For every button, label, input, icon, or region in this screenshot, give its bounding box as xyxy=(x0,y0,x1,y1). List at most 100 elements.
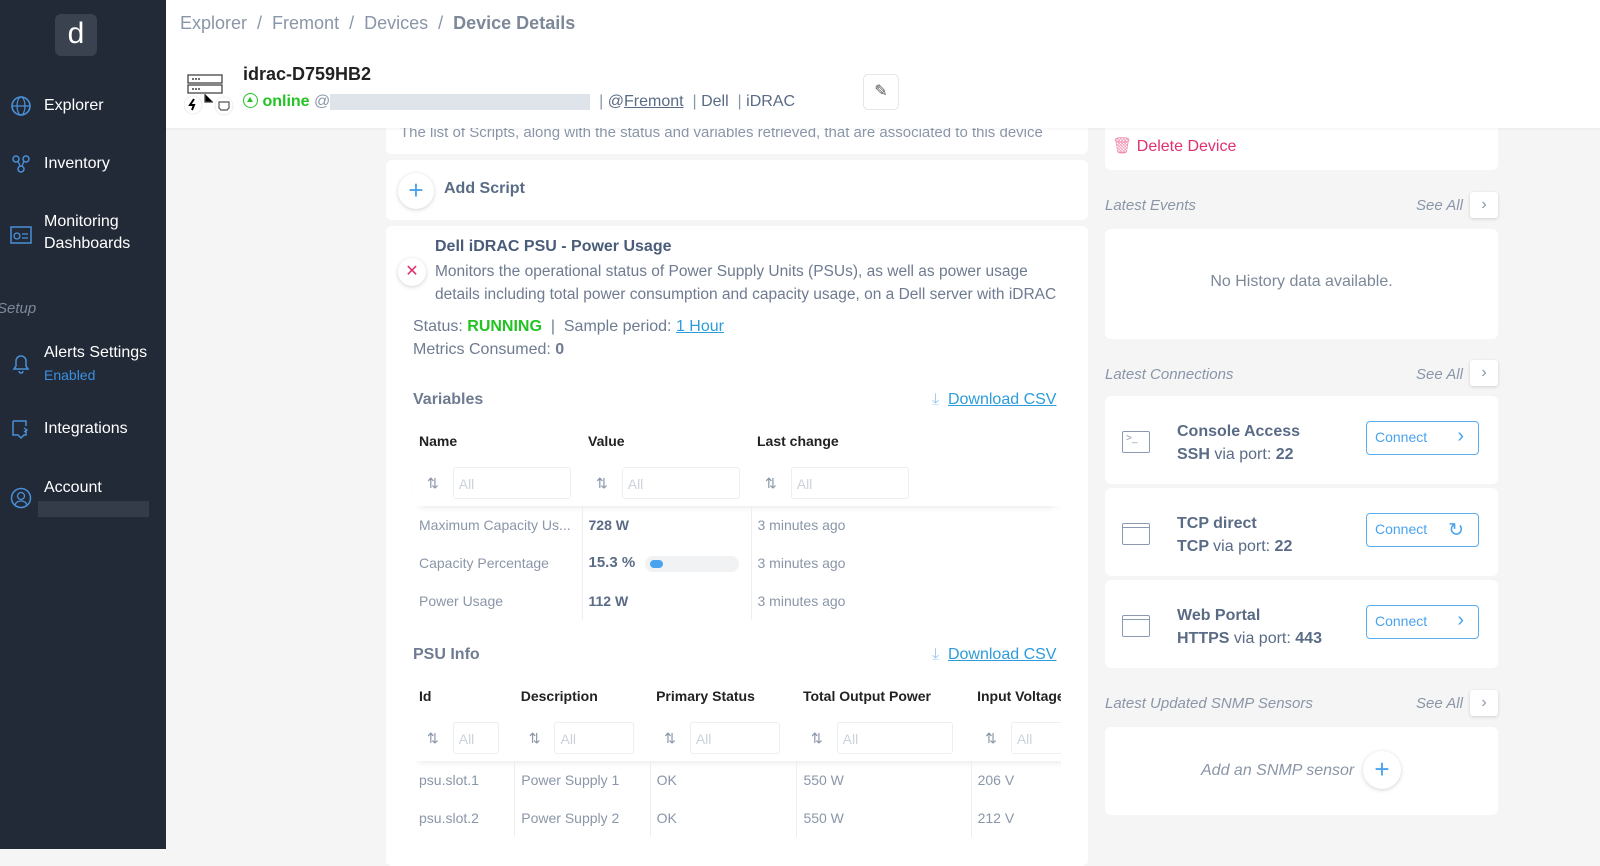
psu-info-title: PSU Info xyxy=(413,646,480,663)
download-icon: ⤓ xyxy=(932,646,940,663)
add-snmp-sensor-label[interactable]: Add an SNMP sensor xyxy=(1201,762,1354,780)
breadcrumb-explorer[interactable]: Explorer xyxy=(180,13,247,33)
device-name: idrac-D759HB2 xyxy=(243,64,372,84)
connection-via: via port: xyxy=(1214,446,1272,463)
connection-title: TCP direct xyxy=(1177,515,1257,532)
sidebar-item-label: Monitoring Dashboards xyxy=(44,213,131,252)
events-see-all-button[interactable]: › xyxy=(1470,192,1498,218)
sidebar-item-alerts-settings[interactable]: Alerts Settings Enabled xyxy=(0,342,166,386)
snmp-card: Add an SNMP sensor + xyxy=(1105,727,1498,815)
filter-input[interactable]: All xyxy=(554,722,635,754)
table-cell: 550 W xyxy=(796,761,972,799)
sort-icon[interactable]: ⇅ xyxy=(765,475,777,491)
snmp-sensors-title: Latest Updated SNMP Sensors xyxy=(1105,695,1313,712)
sidebar-item-label: Alerts Settings xyxy=(44,344,148,361)
sort-icon[interactable]: ⇅ xyxy=(529,730,541,746)
breadcrumb: Explorer / Fremont / Devices / Device De… xyxy=(180,13,576,33)
sort-icon[interactable]: ⇅ xyxy=(596,475,608,491)
connections-see-all-button[interactable]: › xyxy=(1470,360,1498,386)
column-header-name[interactable]: Name xyxy=(413,422,582,460)
chevron-right-icon: › xyxy=(1481,196,1487,213)
download-csv-link[interactable]: Download CSV xyxy=(948,646,1057,663)
breadcrumb-current: Device Details xyxy=(453,13,576,33)
column-header[interactable]: Primary Status xyxy=(650,677,797,715)
breadcrumb-fremont[interactable]: Fremont xyxy=(272,13,339,33)
sort-icon[interactable]: ⇅ xyxy=(664,730,676,746)
sidebar-item-label: Explorer xyxy=(44,97,104,114)
events-empty-message: No History data available. xyxy=(1210,273,1393,290)
connection-port: 22 xyxy=(1275,446,1294,463)
header: Explorer / Fremont / Devices / Device De… xyxy=(166,0,1600,128)
sort-icon[interactable]: ⇅ xyxy=(985,730,997,746)
column-header-last-change[interactable]: Last change xyxy=(751,422,1061,460)
filter-input[interactable]: All xyxy=(452,722,499,754)
bell-icon xyxy=(12,355,30,374)
sample-label: Sample period: xyxy=(563,318,672,335)
cell-name: Maximum Capacity Us... xyxy=(419,517,571,533)
table-cell: Power Supply 2 xyxy=(514,799,651,837)
connection-via: via port: xyxy=(1233,630,1291,647)
dashboard-icon xyxy=(10,226,32,244)
device-meta: online @ | @Fremont | Dell | iDRAC xyxy=(243,93,795,111)
sidebar-item-explorer[interactable]: Explorer xyxy=(0,95,166,117)
remove-script-button[interactable]: ✕ xyxy=(398,258,426,286)
sidebar-item-integrations[interactable]: Integrations xyxy=(0,418,166,440)
sidebar-item-monitoring-dashboards[interactable]: Monitoring Dashboards xyxy=(0,211,166,257)
column-header[interactable]: Description xyxy=(515,677,650,715)
capacity-progress-bar xyxy=(645,555,740,572)
metrics-consumed: Metrics Consumed: 0 xyxy=(413,341,564,359)
download-icon: ⤓ xyxy=(932,391,940,408)
value-text: 15.3 % xyxy=(588,554,636,572)
column-header[interactable]: Total Output Power xyxy=(797,677,971,715)
filter-value-input[interactable]: All xyxy=(621,467,740,499)
sort-icon[interactable]: ⇅ xyxy=(811,730,823,746)
sidebar-item-account[interactable]: Account xyxy=(0,477,166,519)
column-header[interactable]: Id xyxy=(413,677,515,715)
connect-button[interactable]: Connect ↻ xyxy=(1366,513,1479,547)
connection-protocol: TCP xyxy=(1177,538,1209,555)
snmp-see-all-button[interactable]: › xyxy=(1470,690,1498,716)
status-label: Status: xyxy=(413,318,463,335)
sort-icon[interactable]: ⇅ xyxy=(427,730,439,746)
edit-device-button[interactable]: ✎ xyxy=(863,74,899,110)
sample-period-link[interactable]: 1 Hour xyxy=(676,318,724,335)
column-header-value[interactable]: Value xyxy=(582,422,751,460)
user-icon xyxy=(10,487,32,509)
psu-table-scroll[interactable]: Id Description Primary Status Total Output … xyxy=(413,677,1061,837)
script-status-line: Status: RUNNING | Sample period: 1 Hour xyxy=(413,318,724,335)
close-icon: ✕ xyxy=(405,263,419,280)
filter-last-change-input[interactable]: All xyxy=(790,467,909,499)
events-see-all[interactable]: See All xyxy=(1416,197,1463,214)
psu-download-csv[interactable]: ⤓ Download CSV xyxy=(932,646,1056,664)
app-logo[interactable]: d xyxy=(55,14,97,56)
table-row: Maximum Capacity Us... 728 W3 minutes ago xyxy=(413,506,1061,544)
variables-table: Name Value Last change ⇅ All ⇅ All ⇅ All Maximu… xyxy=(413,422,1061,620)
table-cell: Power Supply 1 xyxy=(514,761,651,799)
sort-icon[interactable]: ⇅ xyxy=(427,475,439,491)
sidebar-item-inventory[interactable]: Inventory xyxy=(0,153,166,175)
filter-name-input[interactable]: All xyxy=(452,467,571,499)
column-header[interactable]: Input Voltage xyxy=(971,677,1061,715)
site-link[interactable]: Fremont xyxy=(624,93,684,110)
filter-input[interactable]: All xyxy=(836,722,953,754)
table-cell: 550 W xyxy=(796,799,972,837)
filter-input[interactable]: All xyxy=(1010,722,1061,754)
table-row: psu.slot.1 Power Supply 1 OK 550 W 206 V xyxy=(413,761,1061,799)
online-status-icon xyxy=(243,93,258,108)
connect-button[interactable]: Connect › xyxy=(1366,605,1479,639)
variables-download-csv[interactable]: ⤓ Download CSV xyxy=(932,391,1056,409)
snmp-see-all[interactable]: See All xyxy=(1416,695,1463,712)
connection-protocol: SSH xyxy=(1177,446,1210,463)
add-script-row[interactable]: + Add Script xyxy=(386,160,1088,220)
add-script-label[interactable]: Add Script xyxy=(444,180,525,198)
plus-icon: + xyxy=(408,175,424,205)
connections-see-all[interactable]: See All xyxy=(1416,366,1463,383)
breadcrumb-devices[interactable]: Devices xyxy=(364,13,428,33)
filter-input[interactable]: All xyxy=(689,722,780,754)
add-snmp-sensor-button[interactable]: + xyxy=(1363,751,1401,789)
delete-device-button[interactable]: 🗑 Delete Device xyxy=(1112,136,1236,156)
download-csv-link[interactable]: Download CSV xyxy=(948,391,1057,408)
add-script-button[interactable]: + xyxy=(398,173,434,209)
connection-item: Web Portal HTTPS via port: 443 Connect › xyxy=(1105,580,1498,668)
connect-button[interactable]: Connect › xyxy=(1366,421,1479,455)
